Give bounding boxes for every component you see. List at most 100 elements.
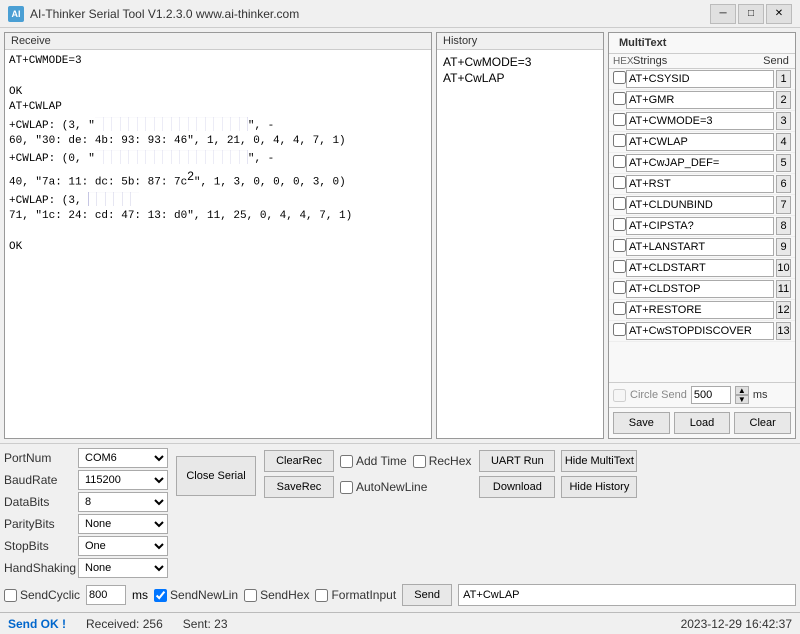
mt-checkbox-2[interactable]	[613, 113, 626, 129]
mt-text-input-1[interactable]	[626, 91, 774, 109]
save-rec-button[interactable]: SaveRec	[264, 476, 334, 498]
send-input[interactable]	[458, 584, 796, 606]
mt-checkbox-4[interactable]	[613, 155, 626, 171]
minimize-button[interactable]: ─	[710, 4, 736, 24]
sent-label: Sent:	[183, 617, 211, 631]
mt-checkbox-11[interactable]	[613, 302, 626, 318]
mt-text-input-4[interactable]	[626, 154, 774, 172]
close-button[interactable]: ✕	[766, 4, 792, 24]
mt-send-btn-7[interactable]: 8	[776, 217, 791, 235]
hide-multitext-button[interactable]: Hide MultiText	[561, 450, 637, 472]
mt-send-btn-10[interactable]: 11	[776, 280, 791, 298]
mt-checkbox-1[interactable]	[613, 92, 626, 108]
mt-send-btn-12[interactable]: 13	[776, 322, 791, 340]
mt-send-btn-3[interactable]: 4	[776, 133, 791, 151]
mt-send-btn-0[interactable]: 1	[776, 70, 791, 88]
mt-text-input-10[interactable]	[626, 280, 774, 298]
auto-newline-label[interactable]: AutoNewLine	[340, 480, 427, 494]
format-input-checkbox[interactable]	[315, 589, 328, 602]
controls-row1: PortNum COM6 BaudRate 115200 DataBits 8 …	[4, 448, 796, 578]
mt-text-input-0[interactable]	[626, 70, 774, 88]
stopbits-label: StopBits	[4, 536, 74, 556]
history-item[interactable]: AT+CwLAP	[441, 70, 599, 86]
mt-text-input-7[interactable]	[626, 217, 774, 235]
auto-newline-text: AutoNewLine	[356, 480, 427, 494]
mt-send-btn-2[interactable]: 3	[776, 112, 791, 130]
mt-send-btn-8[interactable]: 9	[776, 238, 791, 256]
close-serial-button[interactable]: Close Serial	[176, 456, 256, 496]
rec-hex-checkbox[interactable]	[413, 455, 426, 468]
send-hex-label[interactable]: SendHex	[244, 588, 309, 602]
uart-run-button[interactable]: UART Run	[479, 450, 555, 472]
portnum-select[interactable]: COM6	[78, 448, 168, 468]
send-newline-label[interactable]: SendNewLin	[154, 588, 238, 602]
mt-text-input-12[interactable]	[626, 322, 774, 340]
mt-send-btn-4[interactable]: 5	[776, 154, 791, 172]
hide-history-button[interactable]: Hide History	[561, 476, 637, 498]
mt-text-input-11[interactable]	[626, 301, 774, 319]
mt-text-input-9[interactable]	[626, 259, 774, 277]
circle-send-spinner[interactable]: ▲ ▼	[735, 386, 749, 404]
mt-text-input-5[interactable]	[626, 175, 774, 193]
format-input-label[interactable]: FormatInput	[315, 588, 396, 602]
mt-checkbox-10[interactable]	[613, 281, 626, 297]
send-hex-checkbox[interactable]	[244, 589, 257, 602]
circle-send-input[interactable]	[691, 386, 731, 404]
multitext-row: 11	[609, 279, 795, 300]
mt-text-input-2[interactable]	[626, 112, 774, 130]
send-button[interactable]: Send	[402, 584, 452, 606]
mt-text-input-3[interactable]	[626, 133, 774, 151]
send-cyclic-checkbox[interactable]	[4, 589, 17, 602]
mt-send-btn-5[interactable]: 6	[776, 175, 791, 193]
load-button[interactable]: Load	[674, 412, 731, 434]
clear-button[interactable]: Clear	[734, 412, 791, 434]
mt-checkbox-6[interactable]	[613, 197, 626, 213]
mt-checkbox-12[interactable]	[613, 323, 626, 339]
mt-checkbox-3[interactable]	[613, 134, 626, 150]
send-row: SendCyclic ms SendNewLin SendHex FormatI…	[4, 582, 796, 608]
add-time-label[interactable]: Add Time	[340, 454, 407, 468]
mt-send-btn-1[interactable]: 2	[776, 91, 791, 109]
mt-checkbox-9[interactable]	[613, 260, 626, 276]
handshaking-label: HandShaking	[4, 558, 74, 578]
paritybits-select[interactable]: None	[78, 514, 168, 534]
auto-newline-checkbox[interactable]	[340, 481, 353, 494]
send-newline-checkbox[interactable]	[154, 589, 167, 602]
mt-send-btn-9[interactable]: 10	[776, 259, 791, 277]
mt-send-btn-6[interactable]: 7	[776, 196, 791, 214]
rec-hex-label[interactable]: RecHex	[413, 454, 472, 468]
mt-checkbox-7[interactable]	[613, 218, 626, 234]
mt-text-input-8[interactable]	[626, 238, 774, 256]
history-item[interactable]: AT+CwMODE=3	[441, 54, 599, 70]
download-button[interactable]: Download	[479, 476, 555, 498]
mt-text-input-6[interactable]	[626, 196, 774, 214]
add-time-checkbox[interactable]	[340, 455, 353, 468]
status-ok: Send OK !	[8, 617, 66, 631]
send-newline-text: SendNewLin	[170, 588, 238, 602]
send-cyclic-label[interactable]: SendCyclic	[4, 588, 80, 602]
received-value: 256	[143, 617, 163, 631]
spin-up[interactable]: ▲	[735, 386, 749, 395]
portnum-label: PortNum	[4, 448, 74, 468]
handshaking-select[interactable]: None	[78, 558, 168, 578]
history-content[interactable]: AT+CwMODE=3 AT+CwLAP	[437, 50, 603, 438]
save-button[interactable]: Save	[613, 412, 670, 434]
circle-send-checkbox[interactable]	[613, 389, 626, 402]
baudrate-select[interactable]: 115200	[78, 470, 168, 490]
mt-send-btn-11[interactable]: 12	[776, 301, 791, 319]
spin-down[interactable]: ▼	[735, 395, 749, 404]
databits-select[interactable]: 8	[78, 492, 168, 512]
clear-rec-button[interactable]: ClearRec	[264, 450, 334, 472]
titlebar: AI AI-Thinker Serial Tool V1.2.3.0 www.a…	[0, 0, 800, 28]
maximize-button[interactable]: □	[738, 4, 764, 24]
mt-checkbox-8[interactable]	[613, 239, 626, 255]
multitext-row: 2	[609, 90, 795, 111]
cyclic-value-input[interactable]	[86, 585, 126, 605]
multitext-row: 1	[609, 69, 795, 90]
multitext-label: MultiText	[613, 35, 672, 51]
stopbits-select[interactable]: One	[78, 536, 168, 556]
mt-checkbox-5[interactable]	[613, 176, 626, 192]
receive-content[interactable]: AT+CWMODE=3 OK AT+CWLAP +CWLAP: (3, "███…	[5, 50, 431, 438]
middle-controls: ClearRec Add Time RecHex SaveRec AutoNew…	[264, 450, 471, 498]
mt-checkbox-0[interactable]	[613, 71, 626, 87]
